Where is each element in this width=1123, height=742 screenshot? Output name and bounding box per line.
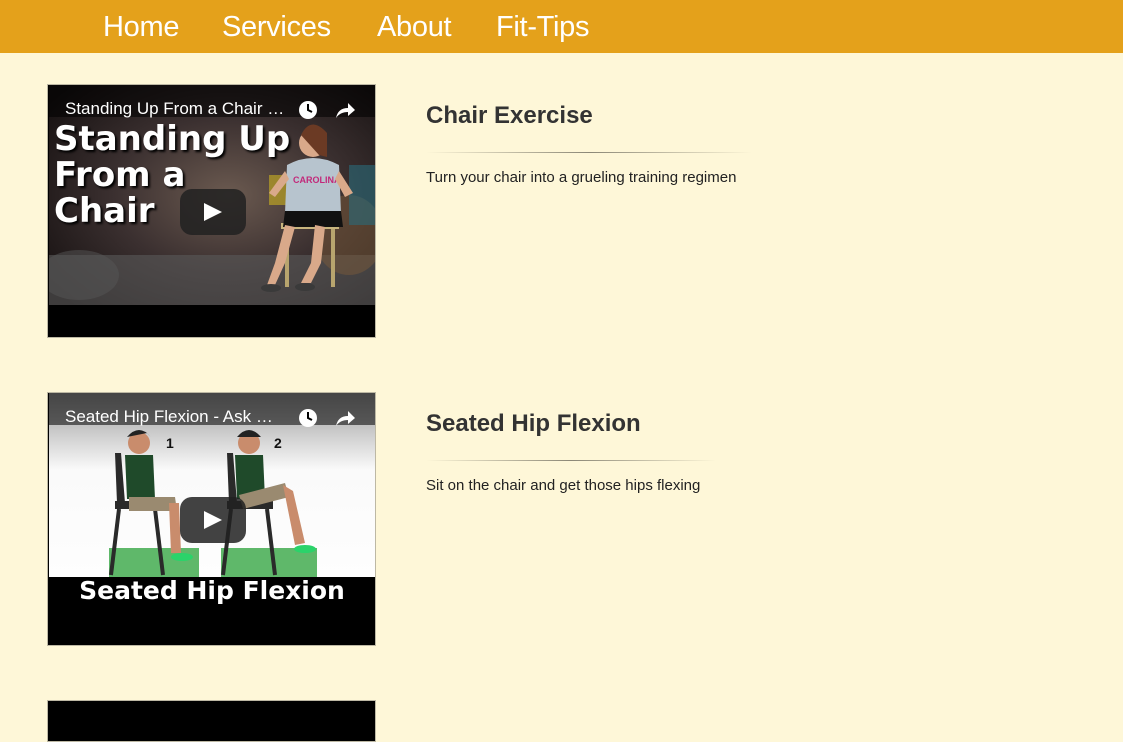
- clock-icon[interactable]: [298, 100, 318, 125]
- thumbnail-title-text: Standing Up From a Chair: [54, 121, 290, 229]
- thumbnail-line-2: From a: [54, 155, 186, 195]
- thumbnail-title-text: Seated Hip Flexion: [79, 576, 345, 605]
- video-title[interactable]: Standing Up From a Chair Exercise: [65, 99, 285, 119]
- play-button[interactable]: [180, 189, 246, 235]
- divider: [426, 152, 752, 153]
- video-player-seated-hip-flexion[interactable]: 1 2 Seated Hip Flexion Seated Hip Flexio…: [47, 392, 376, 646]
- step-label-1: 1: [166, 435, 174, 451]
- nav-fit-tips-link[interactable]: Fit-Tips: [496, 8, 589, 46]
- shirt-text: CAROLINA: [293, 175, 341, 185]
- nav-about-link[interactable]: About: [377, 8, 452, 46]
- video-player-chair-exercise[interactable]: CAROLINA Standing Up From a Chair Standi…: [47, 84, 376, 338]
- entry-heading-seated-hip-flexion: Seated Hip Flexion: [426, 410, 641, 437]
- top-nav-bar: Home Services About Fit-Tips: [0, 0, 1123, 53]
- play-icon: [204, 511, 222, 529]
- play-icon: [204, 203, 222, 221]
- divider: [426, 460, 716, 461]
- entry-description: Turn your chair into a grueling training…: [426, 169, 737, 186]
- share-icon[interactable]: [334, 408, 356, 433]
- clock-icon[interactable]: [298, 408, 318, 433]
- entry-description: Sit on the chair and get those hips flex…: [426, 477, 701, 494]
- entry-heading-chair-exercise: Chair Exercise: [426, 102, 593, 129]
- nav-services-link[interactable]: Services: [222, 8, 331, 46]
- play-button[interactable]: [180, 497, 246, 543]
- video-player-partial[interactable]: [47, 700, 376, 742]
- thumbnail-line-1: Standing Up: [54, 119, 291, 159]
- share-icon[interactable]: [334, 100, 356, 125]
- step-label-2: 2: [274, 435, 282, 451]
- video-title[interactable]: Seated Hip Flexion - Ask Doctor Jo: [65, 407, 285, 427]
- thumbnail-line-3: Chair: [54, 191, 155, 231]
- nav-home-link[interactable]: Home: [103, 8, 179, 46]
